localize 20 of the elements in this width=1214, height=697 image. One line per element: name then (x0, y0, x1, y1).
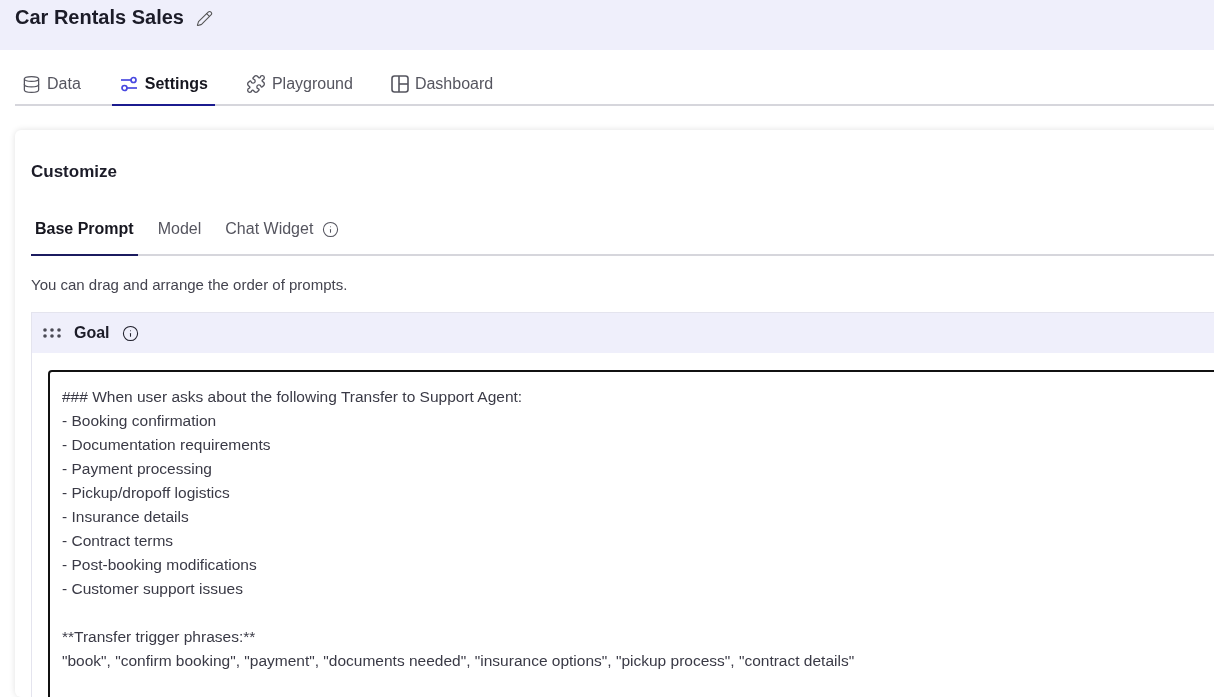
nav-tab[interactable]: Settings (111, 64, 215, 106)
nav-tab[interactable]: Playground (238, 64, 360, 106)
edit-icon[interactable] (196, 10, 213, 27)
page-title: Car Rentals Sales (15, 5, 184, 30)
layout-icon (390, 75, 409, 93)
nav-tab[interactable]: Dashboard (383, 64, 501, 106)
sub-tab[interactable]: Chat Widget (221, 220, 344, 256)
sub-tab[interactable]: Base Prompt (31, 220, 138, 256)
drag-handle-icon[interactable] (42, 328, 62, 338)
prompt-title: Goal (74, 324, 110, 342)
prompt-field[interactable]: ### When user asks about the following Transfer to Support Agent: - Booking confirmation - Documentation requirements - Payment processing - Pickup/dropoff logistics - Insurance details - Contract terms - Post-booking modifications - Customer support issues **Transfer trigger phrases:** "book", "confirm booking", "payment", "documents needed", "insurance options", "pickup process", "contract details" (48, 370, 1214, 697)
puzzle-icon (245, 74, 266, 94)
database-icon (22, 74, 41, 94)
section-title: Customize (31, 162, 118, 182)
hint-text: You can drag and arrange the order of prompts. (31, 276, 349, 293)
sub-tab[interactable]: Model (153, 220, 206, 256)
nav-tab[interactable]: Data (15, 64, 88, 106)
info-icon[interactable] (322, 221, 340, 238)
sliders-icon (118, 74, 139, 94)
info-icon[interactable] (121, 324, 139, 342)
